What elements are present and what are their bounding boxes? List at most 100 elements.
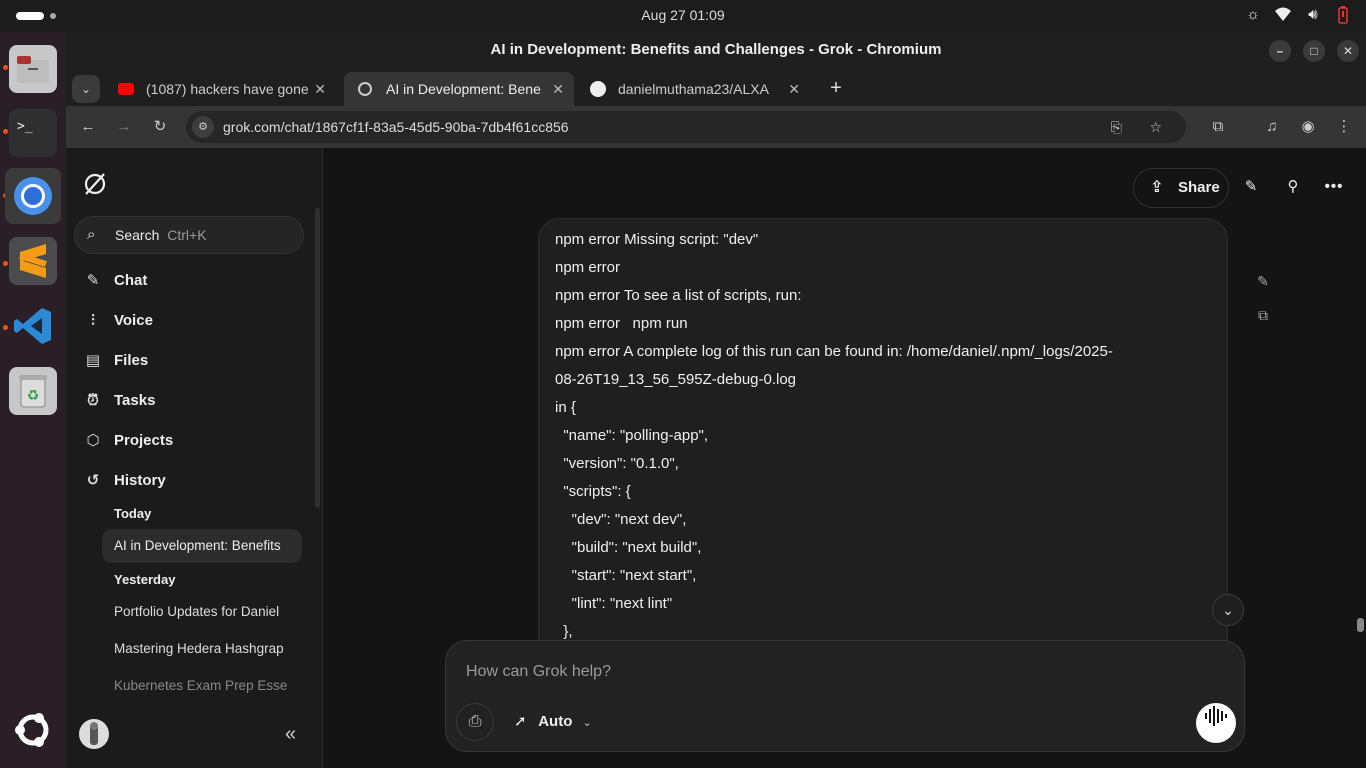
- search-icon: ⌕: [87, 226, 96, 243]
- browser-toolbar: ← → ↻ ⚙ grok.com/chat/1867cf1f-83a5-45d5…: [66, 106, 1366, 148]
- back-icon[interactable]: ←: [78, 117, 98, 137]
- search-label: Search: [115, 227, 160, 243]
- close-window-button[interactable]: ✕: [1337, 40, 1359, 62]
- forward-icon[interactable]: →: [114, 117, 134, 137]
- new-chat-edit-icon[interactable]: ✎: [1239, 168, 1263, 208]
- url-text: grok.com/chat/1867cf1f-83a5-45d5-90ba-7d…: [223, 119, 569, 135]
- system-tray[interactable]: ☼ 🔊︎: [1244, 6, 1352, 24]
- edit-message-icon[interactable]: ✎: [1254, 272, 1272, 290]
- sublime-text-app-icon[interactable]: [9, 237, 57, 285]
- media-controls-icon[interactable]: ♫: [1262, 117, 1282, 137]
- reload-icon[interactable]: ↻: [150, 117, 170, 137]
- grok-favicon-icon: [358, 82, 372, 96]
- audio-waveform-icon: [1205, 706, 1227, 726]
- chromium-app-icon[interactable]: [5, 168, 61, 224]
- close-tab-icon[interactable]: ✕: [788, 72, 800, 106]
- message-line: "build": "next build",: [555, 539, 702, 556]
- system-clock[interactable]: Aug 27 01:09: [0, 7, 1366, 23]
- minimize-button[interactable]: –: [1269, 40, 1291, 62]
- vscode-app-icon[interactable]: [9, 302, 57, 350]
- scroll-to-bottom-button[interactable]: ⌄: [1212, 594, 1244, 626]
- share-label: Share: [1178, 179, 1220, 196]
- search-shortcut: Ctrl+K: [167, 227, 207, 243]
- bookmark-star-icon[interactable]: ☆: [1149, 111, 1162, 143]
- browser-window: AI in Development: Benefits and Challeng…: [66, 32, 1366, 768]
- copy-message-icon[interactable]: ⧉: [1254, 306, 1272, 324]
- svg-text:♻: ♻: [27, 387, 40, 403]
- grok-logo-icon[interactable]: [84, 172, 106, 196]
- close-tab-icon[interactable]: ✕: [552, 72, 564, 106]
- message-line: 08-26T19_13_56_595Z-debug-0.log: [555, 371, 797, 388]
- cube-icon: ⬡: [86, 432, 100, 449]
- wifi-icon[interactable]: [1274, 6, 1292, 24]
- tab-github[interactable]: danielmuthama23/ALXA ✕: [576, 72, 810, 106]
- volume-icon[interactable]: 🔊︎: [1304, 6, 1322, 24]
- history-item[interactable]: Mastering Hedera Hashgrap: [102, 632, 302, 666]
- search-button[interactable]: ⌕ Search Ctrl+K: [74, 216, 304, 254]
- share-button[interactable]: ⇪ Share: [1133, 168, 1229, 208]
- address-bar[interactable]: ⚙ grok.com/chat/1867cf1f-83a5-45d5-90ba-…: [186, 111, 1186, 143]
- voice-waveform-icon: ⫶: [91, 312, 95, 329]
- extensions-icon[interactable]: ⧉: [1208, 117, 1228, 137]
- alarm-clock-icon: ⏰︎: [87, 392, 99, 409]
- night-light-icon[interactable]: ☼: [1244, 6, 1262, 24]
- prompt-input[interactable]: How can Grok help?: [466, 663, 611, 681]
- nav-label: Projects: [114, 432, 174, 449]
- tab-youtube[interactable]: (1087) hackers have gone ✕: [104, 72, 336, 106]
- tab-grok[interactable]: AI in Development: Bene ✕: [344, 72, 574, 106]
- avatar[interactable]: [79, 719, 109, 749]
- history-item[interactable]: Kubernetes Exam Prep Esse: [102, 669, 302, 703]
- tab-title: (1087) hackers have gone: [146, 81, 309, 97]
- maximize-button[interactable]: □: [1303, 40, 1325, 62]
- rocket-icon: ➚: [514, 713, 527, 730]
- history-group-today: Today: [114, 506, 152, 521]
- close-tab-icon[interactable]: ✕: [314, 72, 326, 106]
- tab-title: danielmuthama23/ALXA: [618, 81, 769, 97]
- message-line: npm error npm run: [555, 315, 688, 332]
- nav-label: History: [114, 472, 166, 489]
- nav-history[interactable]: ↺ History: [84, 469, 166, 493]
- nav-tasks[interactable]: ⏰︎ Tasks: [84, 389, 155, 413]
- nav-label: Files: [114, 352, 149, 369]
- message-line: "version": "0.1.0",: [555, 455, 679, 472]
- new-tab-button[interactable]: +: [824, 74, 848, 102]
- history-item[interactable]: Portfolio Updates for Daniel: [102, 595, 302, 629]
- collapse-sidebar-icon[interactable]: «: [285, 723, 296, 746]
- trash-app-icon[interactable]: ♻: [9, 367, 57, 415]
- nav-projects[interactable]: ⬡ Projects: [84, 429, 173, 453]
- sidebar-scrollbar[interactable]: [315, 208, 320, 508]
- tab-title: AI in Development: Bene: [386, 81, 541, 97]
- nav-voice[interactable]: ⫶ Voice: [84, 309, 153, 333]
- nav-chat[interactable]: ✎ Chat: [84, 269, 148, 293]
- site-info-icon[interactable]: ⚙: [192, 116, 214, 138]
- share-icon: ⇪: [1150, 179, 1164, 196]
- nav-label: Tasks: [114, 392, 156, 409]
- window-titlebar[interactable]: AI in Development: Benefits and Challeng…: [66, 32, 1366, 68]
- pin-icon[interactable]: ⚲: [1281, 168, 1305, 208]
- user-message-bubble: npm error Missing script: "dev" npm error…: [538, 218, 1228, 678]
- install-app-icon[interactable]: ⎘: [1111, 111, 1122, 143]
- chat-icon: ✎: [86, 272, 100, 289]
- model-selector[interactable]: ➚ Auto ⌄: [514, 707, 592, 738]
- profile-icon[interactable]: ◉: [1298, 117, 1318, 137]
- message-line: "name": "polling-app",: [555, 427, 709, 444]
- voice-mode-button[interactable]: [1196, 703, 1236, 743]
- running-indicator: [3, 65, 8, 70]
- sidebar: ⌕ Search Ctrl+K ✎ Chat ⫶ Voice ▤ Files ⏰︎ Ta…: [66, 148, 323, 768]
- history-item[interactable]: AI in Development: Benefits: [102, 529, 302, 563]
- show-apps-icon[interactable]: [9, 706, 57, 754]
- nav-files[interactable]: ▤ Files: [84, 349, 148, 373]
- composer: How can Grok help? ⎙ ➚ Auto ⌄: [445, 640, 1245, 752]
- tab-search-button[interactable]: ⌄: [72, 75, 100, 103]
- message-line: "start": "next start",: [555, 567, 697, 584]
- attach-file-icon[interactable]: ⎙: [456, 703, 494, 741]
- terminal-app-icon[interactable]: >_: [9, 109, 57, 157]
- browser-menu-icon[interactable]: ⋮: [1334, 117, 1354, 137]
- battery-icon[interactable]: [1334, 6, 1352, 24]
- page-scrollbar[interactable]: [1357, 618, 1364, 632]
- nav-label: Voice: [114, 312, 153, 329]
- grok-page: ⌕ Search Ctrl+K ✎ Chat ⫶ Voice ▤ Files ⏰︎ Ta…: [66, 148, 1366, 768]
- nav-label: Chat: [114, 272, 148, 289]
- files-app-icon[interactable]: [9, 45, 57, 93]
- more-options-icon[interactable]: •••: [1321, 168, 1347, 208]
